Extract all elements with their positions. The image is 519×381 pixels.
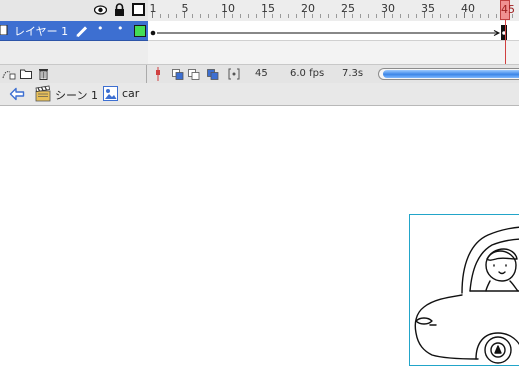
ruler-tick [280,14,281,18]
tween-span[interactable] [148,21,519,40]
layer-icon [0,25,8,35]
ruler-tick [480,14,481,18]
ruler-tick [440,14,441,18]
layer-frames[interactable] [148,21,519,41]
eye-icon[interactable] [94,4,107,16]
ruler-tick [240,14,241,18]
back-arrow-icon[interactable] [9,87,25,101]
edit-bar: シーン 1 car [0,83,519,106]
add-motion-guide-icon[interactable] [2,68,16,80]
center-frame-icon[interactable] [155,67,161,81]
frame-rate-readout[interactable]: 6.0 fps [290,68,324,79]
layer-lock-dot[interactable]: • [117,22,124,35]
ruler-tick [320,14,321,18]
car-drawing [414,226,519,364]
ruler-tick [360,14,361,18]
timeline-status-bar: 45 6.0 fps 7.3s [0,64,519,84]
ruler-tick [168,14,169,18]
layer-color-swatch[interactable] [134,25,146,37]
scene-clapper-icon [35,85,51,102]
scrollbar-thumb[interactable] [383,70,519,78]
ruler-tick [256,14,257,18]
ruler-tick [488,14,489,18]
ruler-tick [248,14,249,18]
ruler-tick [368,14,369,18]
playhead-frame-number: 45 [501,3,515,16]
ruler-tick [208,14,209,18]
scene-breadcrumb[interactable]: シーン 1 [55,87,98,103]
ruler-tick [160,14,161,18]
ruler-tick [216,14,217,18]
ruler-tick [296,14,297,18]
elapsed-time-readout: 7.3s [342,68,364,79]
ruler-tick [400,14,401,18]
frame-number: 10 [221,2,235,15]
current-frame-readout: 45 [255,68,268,79]
outline-square-icon[interactable] [132,3,145,16]
modify-onion-markers-icon[interactable] [228,68,240,80]
divider [146,65,147,83]
ruler-tick [376,14,377,18]
playhead[interactable]: 45 [500,0,515,20]
frame-number: 40 [461,2,475,15]
ruler-tick [408,14,409,18]
frames-empty [148,41,519,64]
frame-number: 1 [149,2,157,15]
lock-icon[interactable] [114,3,125,17]
frame-number: 25 [341,2,355,15]
frame-number: 20 [301,2,315,15]
edit-multiple-frames-icon[interactable] [207,69,219,80]
frame-ruler[interactable]: 1 5 10 15 20 25 30 35 40 [148,0,519,21]
symbol-breadcrumb[interactable]: car [122,87,139,100]
frame-number: 30 [381,2,395,15]
graphic-symbol-icon [103,86,118,101]
ruler-tick [456,14,457,18]
car-symbol-instance[interactable] [409,214,519,366]
trash-icon[interactable] [38,67,49,80]
ruler-tick [496,14,497,18]
layer-name[interactable]: レイヤー 1 [14,23,68,39]
layer-list-empty [0,41,148,64]
ruler-tick [448,14,449,18]
frame-number: 15 [261,2,275,15]
timeline-scrollbar[interactable] [378,68,519,80]
layer-row[interactable]: レイヤー 1 • • [0,21,148,41]
frame-number: 35 [421,2,435,15]
ruler-tick [200,14,201,18]
ruler-tick [336,14,337,18]
ruler-tick [192,14,193,18]
ruler-tick [176,14,177,18]
onion-skin-icon[interactable] [172,69,184,80]
ruler-tick [416,14,417,18]
layer-visibility-dot[interactable]: • [97,22,104,35]
insert-folder-icon[interactable] [20,68,32,79]
playhead-line [505,20,506,66]
onion-skin-outlines-icon[interactable] [188,69,200,80]
pencil-icon [76,26,88,37]
ruler-tick [288,14,289,18]
frame-number: 5 [181,2,189,15]
ruler-tick [328,14,329,18]
